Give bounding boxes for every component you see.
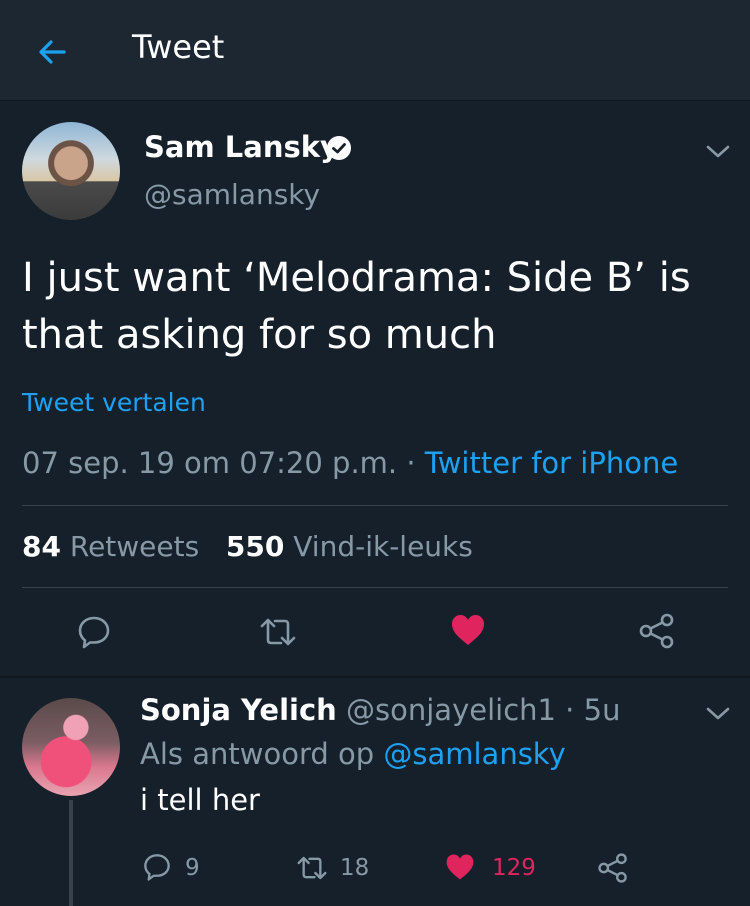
source-link[interactable]: Twitter for iPhone xyxy=(425,446,678,480)
share-icon[interactable] xyxy=(638,612,676,650)
heart-icon[interactable] xyxy=(444,852,476,882)
reply-header: Sonja Yelich @sonjayelich1 · 5u xyxy=(140,693,620,727)
retweet-icon[interactable] xyxy=(258,614,298,650)
reply-icon[interactable] xyxy=(142,852,172,882)
author-name[interactable]: Sam Lansky xyxy=(144,130,339,164)
share-icon[interactable] xyxy=(597,852,629,884)
tweet-meta: 07 sep. 19 om 07:20 p.m. · Twitter for i… xyxy=(22,446,678,480)
section-divider xyxy=(0,676,750,678)
timestamp: 07 sep. 19 om 07:20 p.m. xyxy=(22,446,398,480)
page-title: Tweet xyxy=(132,28,225,66)
translate-link[interactable]: Tweet vertalen xyxy=(22,388,206,417)
replying-to: Als antwoord op @samlansky xyxy=(140,737,566,771)
reply-like-count: 129 xyxy=(492,855,536,881)
arrow-left-icon[interactable] xyxy=(32,32,72,72)
replying-to-handle[interactable]: @samlansky xyxy=(383,737,565,771)
retweets-count: 84 xyxy=(22,530,61,563)
tweet-text: I just want ‘Melodrama: Side B’ is that … xyxy=(22,255,691,358)
chevron-down-icon[interactable] xyxy=(705,706,731,722)
chevron-down-icon[interactable] xyxy=(705,144,731,160)
heart-icon[interactable] xyxy=(449,612,487,648)
divider xyxy=(22,505,728,506)
likes-label: Vind-ik-leuks xyxy=(293,530,473,563)
likes-count: 550 xyxy=(225,530,285,563)
reply-author-name[interactable]: Sonja Yelich xyxy=(140,693,337,727)
retweets-label: Retweets xyxy=(69,530,200,563)
reply-retweet-count: 18 xyxy=(340,855,370,881)
verified-badge-icon xyxy=(327,136,351,160)
replying-to-prefix: Als antwoord op xyxy=(140,737,375,771)
author-handle[interactable]: @samlansky xyxy=(144,178,320,211)
retweets-stat[interactable]: 84 Retweets xyxy=(22,530,199,563)
avatar[interactable] xyxy=(22,122,120,220)
reply-text: i tell her xyxy=(140,783,260,817)
tweet-stats: 84 Retweets 550 Vind-ik-leuks xyxy=(22,530,473,563)
likes-stat[interactable]: 550 Vind-ik-leuks xyxy=(226,530,473,563)
retweet-icon[interactable] xyxy=(295,853,329,883)
reply-age-separator: · xyxy=(555,693,584,727)
reply-icon[interactable] xyxy=(76,614,112,650)
top-bar: Tweet xyxy=(0,0,750,101)
divider xyxy=(22,587,728,588)
reply-avatar[interactable] xyxy=(22,698,120,796)
reply-reply-count: 9 xyxy=(185,855,200,881)
reply-author-handle[interactable]: @sonjayelich1 xyxy=(346,693,556,727)
thread-line xyxy=(69,800,73,906)
reply-age: 5u xyxy=(583,693,621,727)
meta-separator: · xyxy=(397,446,425,480)
